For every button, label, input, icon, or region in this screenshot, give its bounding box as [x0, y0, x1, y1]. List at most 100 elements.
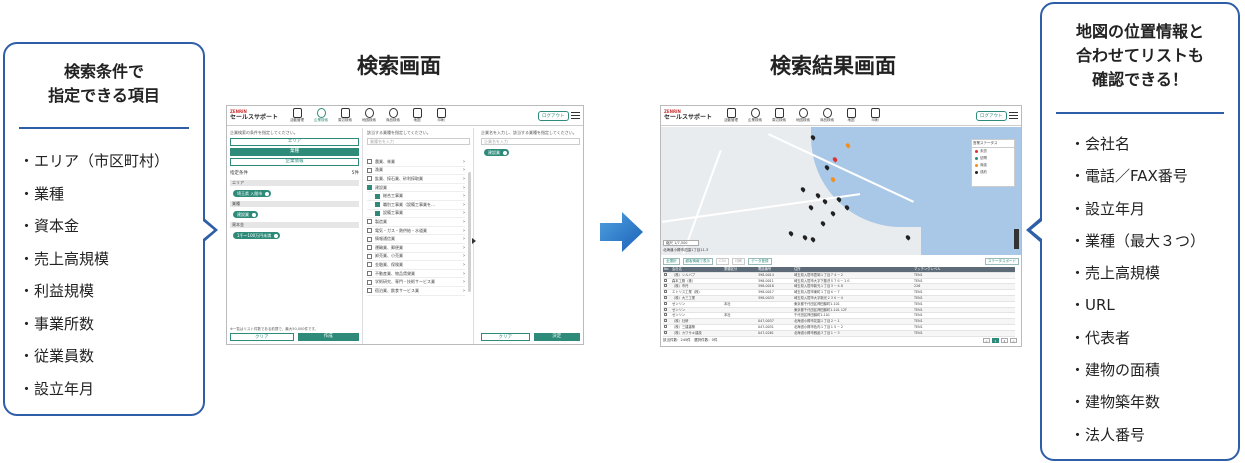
nav-activity[interactable]: 活動管理: [719, 107, 743, 123]
chevron-right-icon[interactable]: ›: [463, 278, 465, 286]
chevron-right-icon[interactable]: ›: [463, 287, 465, 295]
row-checkbox[interactable]: [664, 313, 667, 317]
page-button[interactable]: 2: [1001, 338, 1008, 343]
chevron-right-icon[interactable]: ›: [463, 175, 465, 183]
nav-nearby-search[interactable]: 周辺検索: [333, 107, 357, 123]
nav-nearby-search[interactable]: 周辺検索: [767, 107, 791, 123]
company-info-button[interactable]: 企業情報: [230, 158, 359, 166]
chevron-right-icon[interactable]: ›: [463, 209, 465, 217]
row-checkbox[interactable]: [664, 295, 667, 299]
company-search-input[interactable]: 企業名を入力: [481, 138, 580, 145]
print-button[interactable]: 印刷: [732, 257, 746, 265]
nav-activity[interactable]: 活動管理: [285, 107, 309, 123]
nav-map-search[interactable]: 地図検索: [357, 107, 381, 123]
nav-product-search[interactable]: 商品検索: [381, 107, 405, 123]
row-checkbox[interactable]: [664, 290, 667, 294]
area-chip[interactable]: 埼玉県 入間市: [233, 190, 272, 197]
checkbox[interactable]: [367, 288, 372, 294]
nav-print[interactable]: 印刷: [863, 107, 887, 123]
checkbox[interactable]: [367, 228, 372, 234]
checkbox[interactable]: [367, 271, 372, 277]
checkbox[interactable]: [367, 219, 372, 225]
row-checkbox[interactable]: [664, 278, 667, 282]
industry-button[interactable]: 業種: [230, 148, 359, 156]
map-pin[interactable]: [904, 234, 912, 241]
chevron-right-icon[interactable]: ›: [463, 184, 465, 192]
csv-button[interactable]: CSV: [716, 257, 730, 265]
scrollbar[interactable]: [468, 172, 471, 292]
page-button[interactable]: >: [1010, 338, 1017, 343]
chevron-right-icon[interactable]: ›: [463, 158, 465, 166]
row-checkbox[interactable]: [664, 301, 667, 305]
checkbox[interactable]: [367, 236, 372, 242]
industry-item[interactable]: 製造業 ›: [367, 218, 465, 227]
checkbox[interactable]: [367, 176, 372, 182]
checkbox[interactable]: [367, 279, 372, 285]
industry-search-input[interactable]: 業種名を入力: [367, 138, 470, 145]
row-checkbox[interactable]: [664, 330, 667, 334]
industry-item[interactable]: 卸売業、小売業 ›: [367, 253, 465, 262]
checkbox[interactable]: [367, 167, 372, 173]
industry-item[interactable]: 職別工事業（設備工事業を… ›: [367, 201, 465, 210]
industry-chip[interactable]: 建設業: [233, 211, 258, 218]
selected-industry-chip[interactable]: 建設業: [484, 149, 509, 156]
industry-item[interactable]: 不動産業、物品賃貸業 ›: [367, 270, 465, 279]
clear-button[interactable]: クリア: [230, 333, 294, 341]
capital-chip[interactable]: 1千～100万円未満: [233, 232, 281, 239]
row-checkbox[interactable]: [664, 319, 667, 323]
chevron-right-icon[interactable]: ›: [463, 201, 465, 209]
industry-item[interactable]: 設備工事業 ›: [367, 210, 465, 219]
status-board-button[interactable]: ステータスボード: [985, 257, 1019, 265]
map-view[interactable]: 営業ステータス 未訪 訪問 商談 成約 縮尺 1/7,500 北海道小樽市花園1丁目1…: [661, 127, 1021, 255]
row-checkbox[interactable]: [664, 284, 667, 288]
map-pin[interactable]: [787, 230, 795, 237]
map-pin[interactable]: [809, 236, 817, 243]
industry-item[interactable]: 金融業、保険業 ›: [367, 261, 465, 270]
map-pin[interactable]: [829, 210, 837, 217]
checkbox[interactable]: [375, 193, 380, 199]
industry-item[interactable]: 漁業 ›: [367, 167, 465, 176]
zoom-control[interactable]: [1014, 229, 1019, 249]
chevron-right-icon[interactable]: ›: [463, 244, 465, 252]
register-button[interactable]: データ登録: [748, 257, 772, 265]
logout-button[interactable]: ログアウト: [976, 111, 1007, 121]
menu-icon[interactable]: [571, 112, 580, 119]
nav-company-search[interactable]: 企業検索: [309, 107, 333, 123]
map-scale-select[interactable]: 縮尺 1/7,500: [663, 240, 699, 246]
industry-item[interactable]: 情報通信業 ›: [367, 235, 465, 244]
industry-item[interactable]: 電気・ガス・熱供給・水道業 ›: [367, 227, 465, 236]
industry-item[interactable]: 農業、林業 ›: [367, 158, 465, 167]
clear-button[interactable]: クリア: [481, 333, 530, 341]
chevron-right-icon[interactable]: ›: [463, 270, 465, 278]
area-button[interactable]: エリア: [230, 138, 359, 146]
row-checkbox[interactable]: [664, 307, 667, 311]
checkbox[interactable]: [367, 262, 372, 268]
industry-item[interactable]: 鉱業、採石業、砂利採取業 ›: [367, 175, 465, 184]
nav-map[interactable]: 地図: [839, 107, 863, 123]
customer-view-button[interactable]: 顧客情報で表示: [682, 257, 713, 265]
nav-print[interactable]: 印刷: [429, 107, 453, 123]
checkbox[interactable]: [367, 253, 372, 259]
checkbox[interactable]: [367, 245, 372, 251]
map-pin[interactable]: [807, 204, 815, 211]
chevron-right-icon[interactable]: ›: [463, 166, 465, 174]
industry-item[interactable]: 宿泊業、飲食サービス業 ›: [367, 287, 465, 296]
row-checkbox[interactable]: [664, 272, 667, 276]
industry-item[interactable]: 総合工事業 ›: [367, 192, 465, 201]
industry-item[interactable]: 運輸業、郵便業 ›: [367, 244, 465, 253]
checkbox[interactable]: [375, 202, 380, 208]
checkbox[interactable]: [375, 210, 380, 216]
chevron-right-icon[interactable]: ›: [463, 227, 465, 235]
decide-button[interactable]: 決定: [533, 333, 580, 341]
menu-icon[interactable]: [1009, 112, 1018, 119]
industry-item[interactable]: 学術研究、専門・技術サービス業 ›: [367, 278, 465, 287]
map-pin[interactable]: [799, 186, 807, 193]
nav-map-search[interactable]: 地図検索: [791, 107, 815, 123]
map-pin[interactable]: [801, 234, 809, 241]
logout-button[interactable]: ログアウト: [538, 111, 569, 121]
row-checkbox[interactable]: [664, 324, 667, 328]
industry-item[interactable]: 建設業 ›: [367, 184, 465, 193]
chevron-right-icon[interactable]: ›: [463, 252, 465, 260]
page-button[interactable]: <: [983, 338, 990, 343]
chevron-right-icon[interactable]: ›: [463, 261, 465, 269]
